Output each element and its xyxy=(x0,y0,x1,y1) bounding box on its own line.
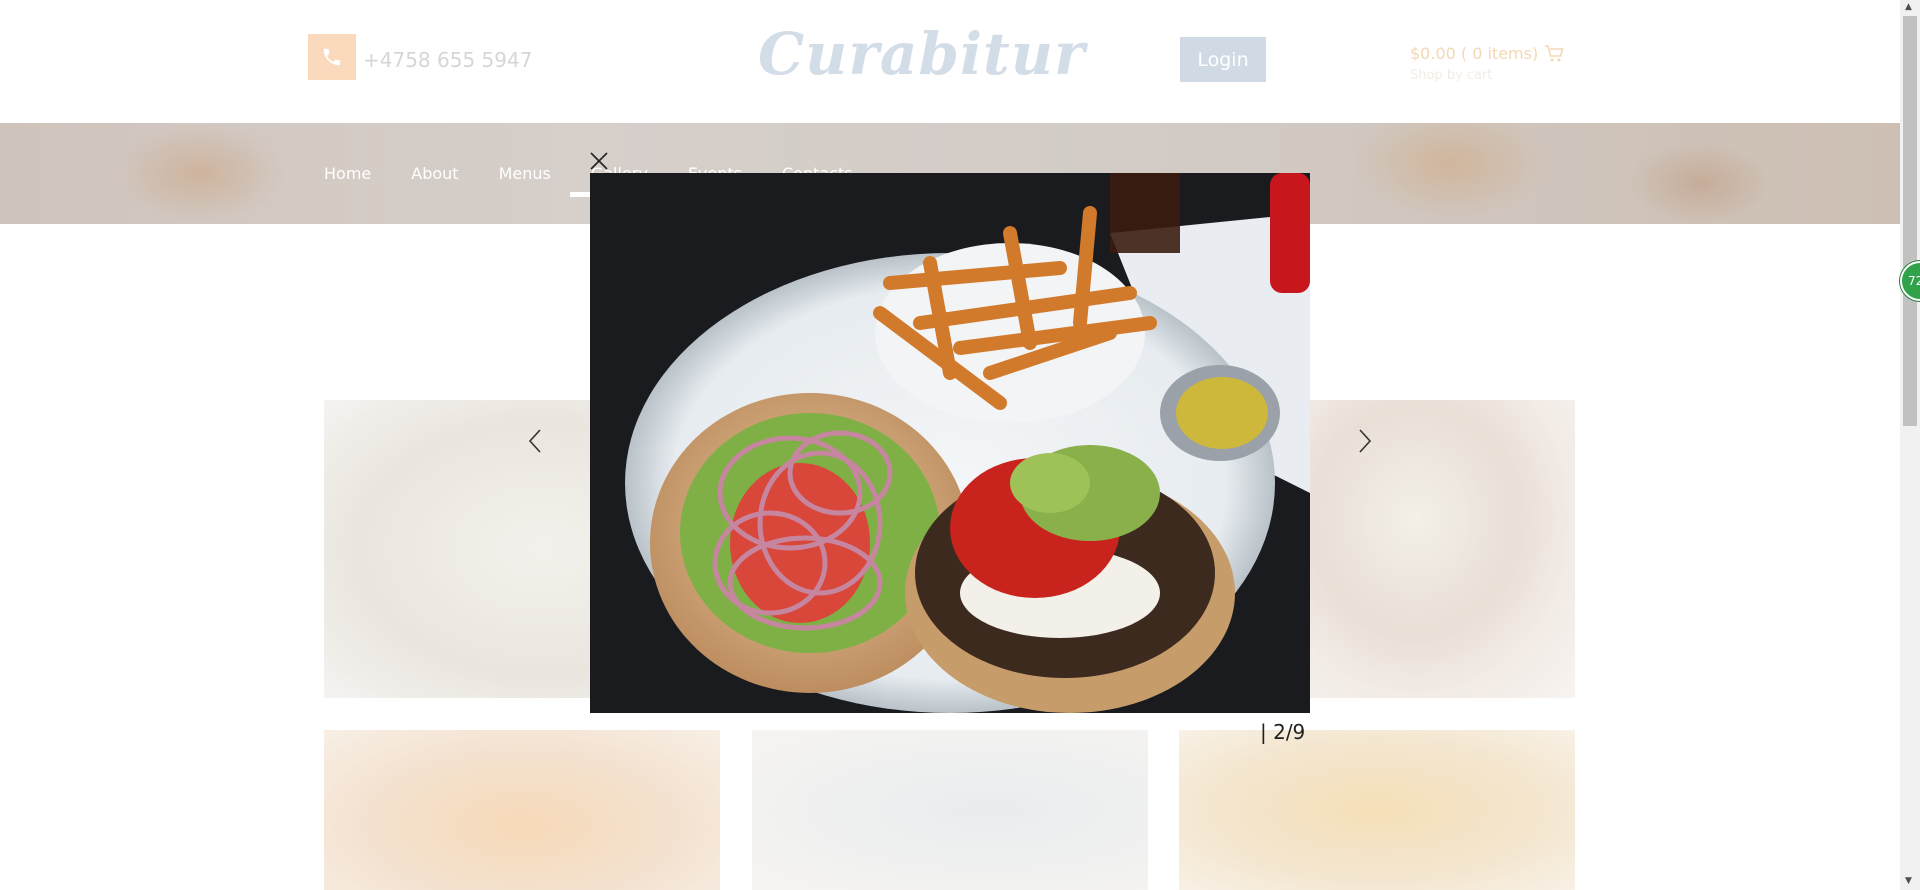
nav-item-menus[interactable]: Menus xyxy=(499,164,551,183)
phone-number[interactable]: +4758 655 5947 xyxy=(363,48,532,72)
chevron-left-icon[interactable] xyxy=(524,426,548,456)
scroll-up-arrow-icon[interactable]: ▲ xyxy=(1905,2,1912,12)
nav-item-about[interactable]: About xyxy=(411,164,458,183)
nav-item-home[interactable]: Home xyxy=(324,164,371,183)
scroll-thumb[interactable] xyxy=(1903,16,1917,426)
phone-icon-box xyxy=(308,34,356,80)
lightbox-counter: | 2/9 xyxy=(1260,720,1306,744)
phone-icon xyxy=(323,48,341,66)
gallery-thumb-dip[interactable] xyxy=(1310,400,1575,698)
burger-plate-photo xyxy=(590,173,1310,713)
site-logo[interactable]: Curabitur xyxy=(758,20,1086,88)
chevron-right-icon[interactable] xyxy=(1352,426,1376,456)
scroll-down-arrow-icon[interactable]: ▼ xyxy=(1905,876,1912,886)
gallery-thumb-burger[interactable] xyxy=(324,730,720,890)
cart-summary: $0.00 ( 0 items) xyxy=(1410,44,1539,63)
lightbox-image xyxy=(590,173,1310,713)
cart-link[interactable]: $0.00 ( 0 items) xyxy=(1410,44,1564,63)
cart-icon xyxy=(1545,44,1564,61)
close-icon[interactable] xyxy=(588,150,610,172)
gallery-thumb-sandwich[interactable] xyxy=(752,730,1148,890)
cart-subtext: Shop by cart xyxy=(1410,68,1493,83)
gallery-thumb-fried[interactable] xyxy=(1179,730,1575,890)
login-button[interactable]: Login xyxy=(1180,37,1266,82)
